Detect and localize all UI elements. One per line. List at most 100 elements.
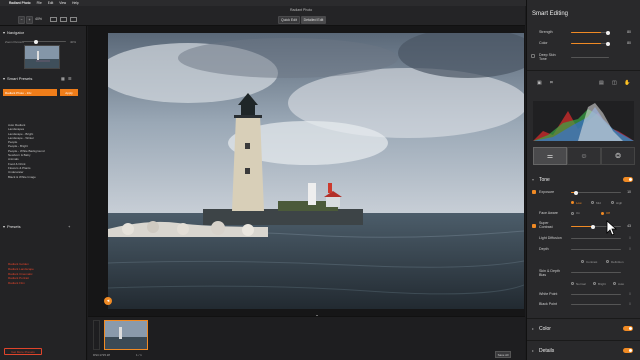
filmstrip-collapse-handle[interactable] <box>93 320 100 350</box>
exposure-low-radio[interactable] <box>571 201 574 204</box>
exposure-high-radio[interactable] <box>611 201 614 204</box>
skin-normal-radio[interactable] <box>571 282 574 285</box>
light-diffusion-slider-track[interactable] <box>571 238 621 240</box>
super-contrast-slider-fill <box>571 226 593 228</box>
skin-bright-radio[interactable] <box>593 282 596 285</box>
compare-view-icon[interactable] <box>70 17 77 22</box>
depth-value: 0 <box>629 247 631 251</box>
depth-slider-track[interactable] <box>571 249 621 251</box>
grid-view-icon[interactable]: ▦ <box>61 76 65 81</box>
white-point-slider-track[interactable] <box>571 294 621 296</box>
save-all-button[interactable]: Save All <box>495 351 511 358</box>
image-icon[interactable]: ▣ <box>537 80 542 86</box>
black-point-label: Black Point <box>539 302 557 306</box>
exposure-slider-knob[interactable] <box>574 190 578 195</box>
get-more-presets-label: Get More Presets <box>11 349 35 354</box>
list-item[interactable]: Radiant Landscape <box>8 267 34 272</box>
skin-normal-label: Normal <box>576 281 586 286</box>
skin-auto-radio[interactable] <box>613 282 616 285</box>
face-aware-off-radio[interactable] <box>601 211 604 215</box>
menu-file[interactable]: File <box>37 1 42 5</box>
divider <box>527 340 640 341</box>
menu-view[interactable]: View <box>59 1 66 5</box>
smart-preset-dropdown[interactable]: Radiant Photo - 10x <box>3 89 57 96</box>
chevron-down-icon[interactable]: ▾ <box>532 177 534 182</box>
divider <box>527 318 640 319</box>
chevron-right-icon[interactable]: ▸ <box>532 326 534 331</box>
depth-contrast-label: Contrast <box>586 259 598 264</box>
exposure-slider-track[interactable] <box>571 192 621 194</box>
add-preset-icon[interactable]: + <box>68 224 70 229</box>
filmstrip: DSC1725.tiff 1 / 1 Save All <box>88 316 525 360</box>
light-diffusion-value: 0 <box>629 236 631 240</box>
filmstrip-filename: DSC1725.tiff <box>93 353 110 357</box>
presets-list: Radiant Golden Radiant Landscape Radiant… <box>8 262 34 286</box>
zoom-out-button[interactable]: − <box>18 16 25 24</box>
details-section-title: Details <box>539 348 555 354</box>
main-photo[interactable] <box>108 33 524 309</box>
exposure-label: Exposure <box>539 190 555 194</box>
hand-icon[interactable]: ✋ <box>624 80 630 86</box>
smart-presets-header[interactable]: ▾ Smart Presets <box>3 76 32 81</box>
navigator-header[interactable]: ▾ Navigator <box>3 30 24 35</box>
skin-auto-label: Auto <box>618 281 625 286</box>
navigator-zoom-knob[interactable] <box>34 39 38 44</box>
navigator-thumbnail[interactable] <box>24 45 60 69</box>
strength-slider-knob[interactable] <box>606 30 610 35</box>
deep-skin-slider-track[interactable] <box>571 57 609 59</box>
divider <box>527 70 640 71</box>
zoom-level: 40% <box>35 17 43 21</box>
tab-color[interactable]: ❂ <box>601 147 635 165</box>
list-item[interactable]: Radiant Film <box>8 281 34 286</box>
navigator-zoom-track[interactable] <box>22 41 66 43</box>
right-panel: Smart Editing Strength 80 Color 80 Deep … <box>526 0 640 360</box>
color-section-toggle[interactable] <box>623 326 633 331</box>
compare-icon[interactable]: ◫ <box>612 80 617 86</box>
tone-toggle[interactable] <box>623 177 633 182</box>
exposure-mid-radio[interactable] <box>591 201 594 204</box>
single-view-icon[interactable] <box>50 17 57 22</box>
smart-preset-list: Auto Radiant Landscapes Landscape - Brig… <box>8 123 45 179</box>
details-section-toggle[interactable] <box>623 348 633 353</box>
skin-depth-slider-track[interactable] <box>571 272 621 274</box>
super-contrast-slider-knob[interactable] <box>591 224 595 229</box>
super-contrast-checkbox[interactable] <box>532 224 536 228</box>
menu-app-name[interactable]: Radiant Photo <box>9 1 31 5</box>
split-handle-icon[interactable]: ◂ <box>104 297 112 305</box>
apply-button-label: Apply <box>65 90 73 95</box>
crop-icon[interactable]: ⌗ <box>550 80 553 86</box>
strength-value: 80 <box>627 30 631 34</box>
tab-portrait[interactable]: ☺ <box>567 147 601 165</box>
zoom-in-button[interactable]: + <box>26 16 33 24</box>
depth-contrast-radio[interactable] <box>581 260 584 263</box>
filmstrip-thumbnail[interactable] <box>104 320 148 350</box>
menu-edit[interactable]: Edit <box>48 1 54 5</box>
window-title: Radiant Photo <box>290 8 313 12</box>
detailed-edit-tab[interactable]: Detailed Edit <box>301 16 326 24</box>
face-icon: ☺ <box>580 152 588 160</box>
split-view-icon[interactable] <box>60 17 67 22</box>
depth-label: Depth <box>539 247 549 251</box>
face-aware-on-label: On <box>576 211 581 215</box>
depth-definition-radio[interactable] <box>606 260 609 263</box>
black-point-slider-track[interactable] <box>571 304 621 306</box>
quick-edit-tab[interactable]: Quick Edit <box>278 16 300 24</box>
deep-skin-checkbox[interactable] <box>531 54 535 58</box>
exposure-checkbox[interactable] <box>532 190 536 194</box>
face-aware-on-radio[interactable] <box>571 211 574 215</box>
tab-adjustments[interactable]: ⚌ <box>533 147 567 165</box>
list-item[interactable]: Black & White Image <box>8 175 45 179</box>
chevron-right-icon[interactable]: ▸ <box>532 348 534 353</box>
face-aware-off-label: Off <box>606 211 610 215</box>
white-point-value: 0 <box>629 292 631 296</box>
menu-help[interactable]: Help <box>72 1 79 5</box>
get-more-presets-button[interactable]: Get More Presets <box>4 348 42 355</box>
apply-button[interactable]: Apply <box>60 89 78 96</box>
presets-header[interactable]: ▾ Presets <box>3 224 21 229</box>
exposure-high-label: High <box>616 200 623 205</box>
save-icon[interactable]: ▤ <box>599 80 604 86</box>
chevron-down-icon: ▾ <box>3 76 6 81</box>
list-view-icon[interactable]: ☰ <box>68 76 72 81</box>
color-slider-knob[interactable] <box>606 41 610 46</box>
light-diffusion-label: Light Diffusion <box>539 236 562 240</box>
